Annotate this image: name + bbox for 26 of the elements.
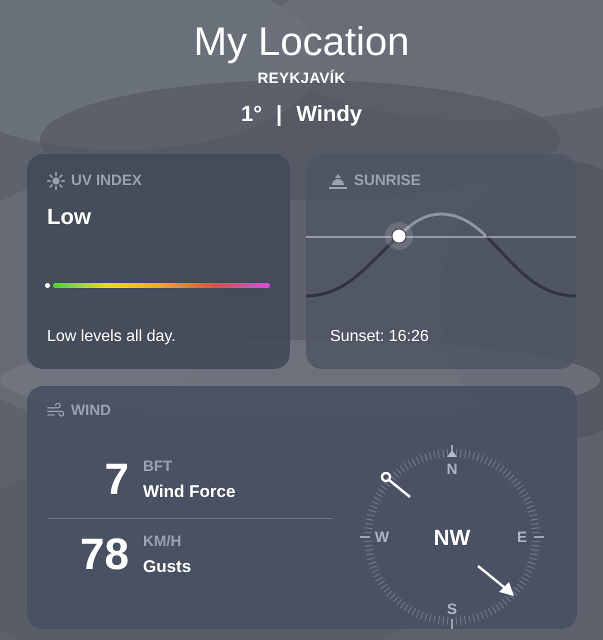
temperature: 1°	[241, 100, 262, 128]
condition: Windy	[296, 100, 362, 128]
sun-icon	[47, 172, 65, 190]
separator: |	[276, 100, 282, 128]
uv-index-heading: UV INDEX	[71, 170, 142, 190]
wind-value: 7	[104, 456, 129, 504]
south-label: S	[447, 600, 457, 618]
wind-unit: KM/H	[143, 532, 182, 552]
city-name: REYKJAVÍK	[257, 68, 346, 89]
east-label: E	[517, 528, 527, 546]
wind-label: Gusts	[143, 556, 192, 578]
wind-heading: WIND	[71, 400, 111, 420]
wind-icon	[47, 403, 65, 418]
location-title: My Location	[194, 19, 410, 66]
wind-value: 78	[79, 531, 129, 579]
sunrise-heading: SUNRISE	[354, 170, 421, 190]
wind-unit: BFT	[143, 457, 174, 477]
uv-index-value: Low	[47, 203, 92, 231]
north-marker-icon	[447, 450, 457, 456]
uv-summary: Low levels all day.	[47, 326, 177, 346]
wind-label: Wind Force	[143, 480, 236, 502]
sunrise-icon	[328, 172, 348, 190]
sunset-time: Sunset: 16:26	[329, 326, 430, 346]
north-label: N	[446, 460, 458, 478]
west-label: W	[374, 528, 390, 546]
wind-direction: NW	[434, 524, 470, 550]
